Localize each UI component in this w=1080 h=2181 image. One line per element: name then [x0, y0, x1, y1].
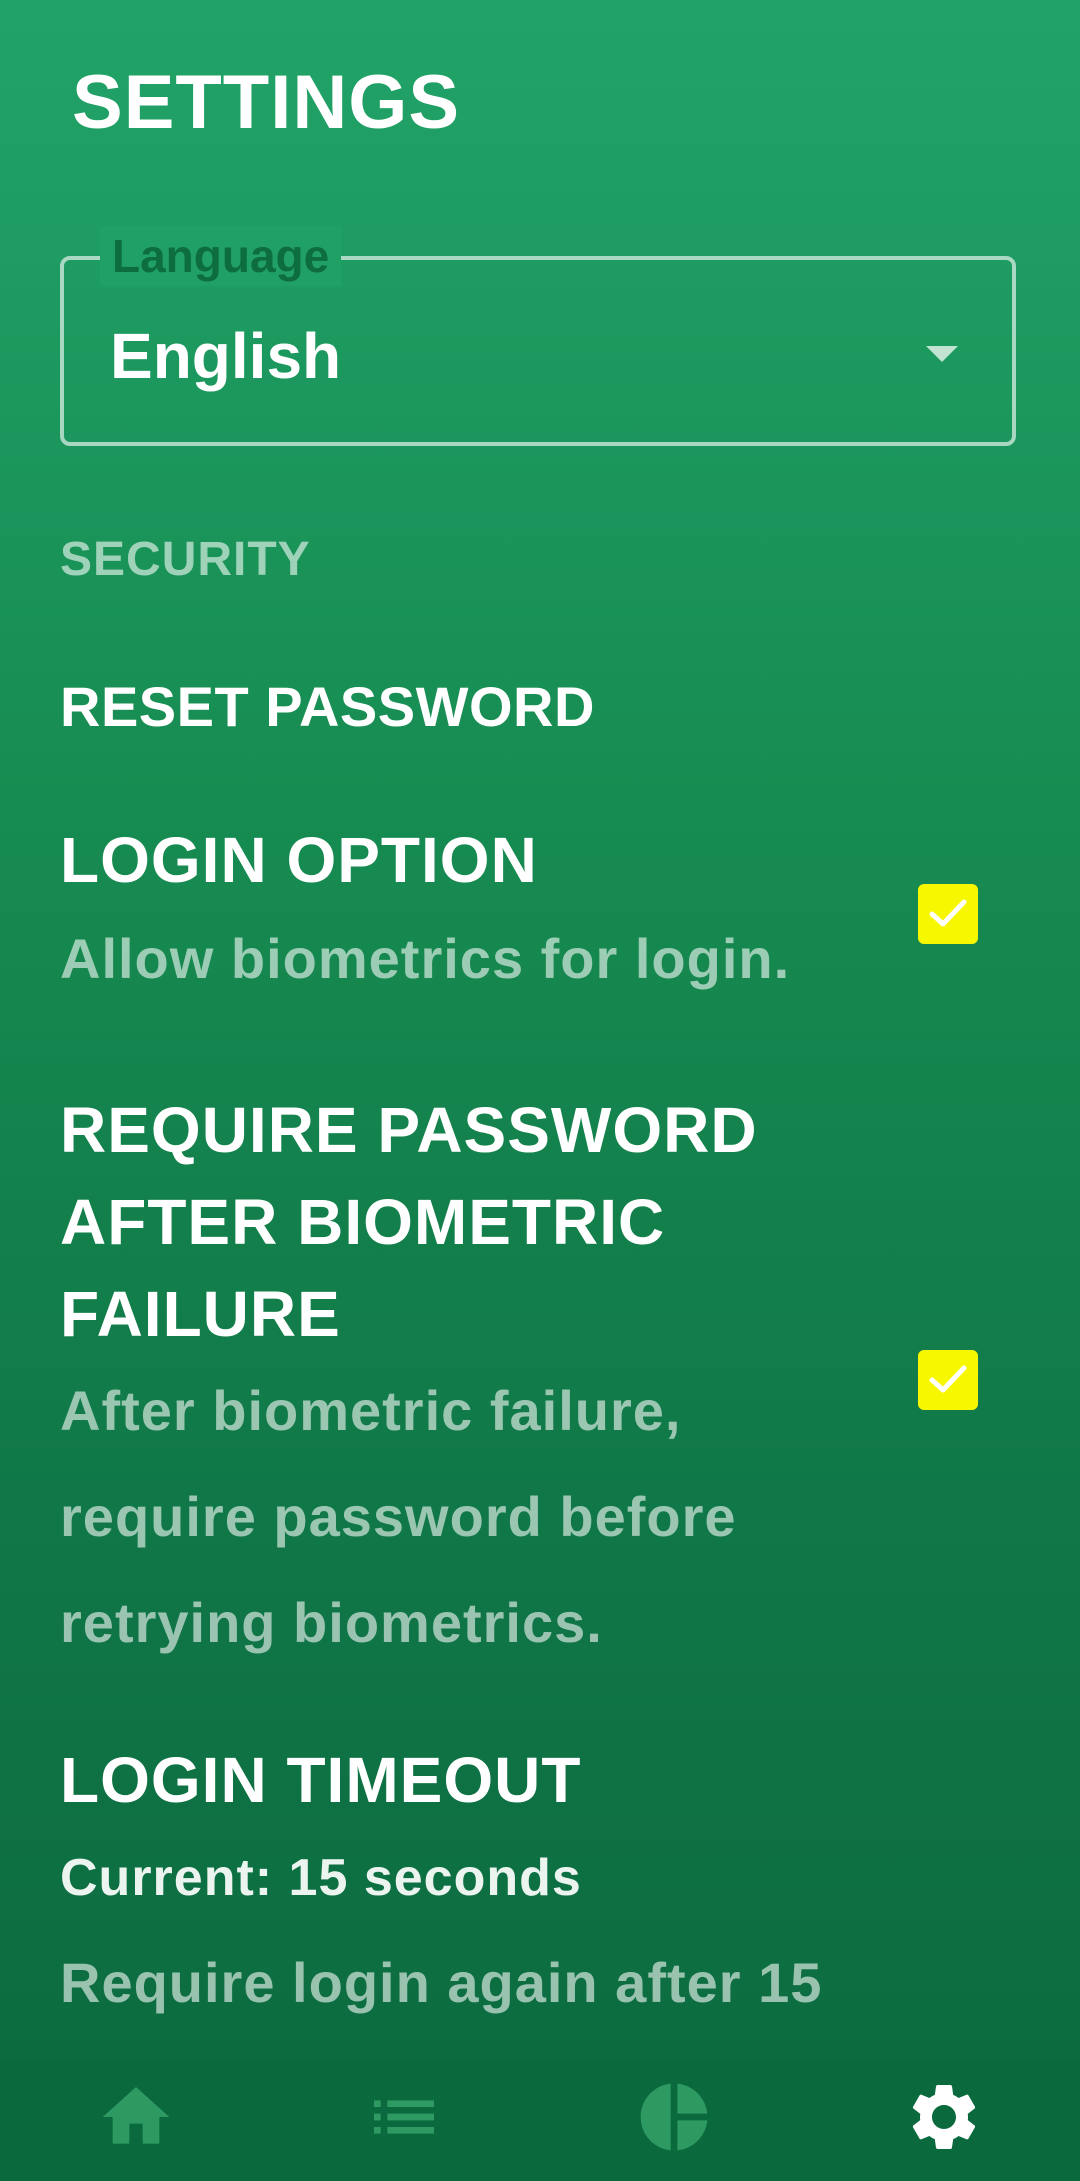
nav-settings[interactable]	[904, 2077, 984, 2157]
language-dropdown[interactable]: Language English	[60, 226, 1016, 446]
nav-chart[interactable]	[634, 2077, 714, 2157]
home-icon	[102, 2087, 170, 2144]
language-selected-value: English	[110, 320, 342, 392]
bottom-navigation	[0, 2061, 1080, 2181]
login-option-title: LOGIN OPTION	[60, 824, 538, 896]
gear-icon	[912, 2085, 976, 2149]
nav-list[interactable]	[364, 2077, 444, 2157]
language-label: Language	[100, 226, 342, 286]
login-option-description: Allow biometrics for login.	[60, 927, 791, 990]
reset-password-button[interactable]: RESET PASSWORD	[60, 672, 595, 742]
login-timeout-description: Require login again after 15	[60, 1951, 823, 2014]
login-timeout-title: LOGIN TIMEOUT	[60, 1744, 582, 1816]
require-password-checkbox[interactable]	[918, 1350, 978, 1410]
nav-home[interactable]	[96, 2077, 176, 2157]
checkmark-icon	[929, 899, 967, 927]
section-header-security: SECURITY	[60, 533, 311, 586]
login-option-checkbox[interactable]	[918, 884, 978, 944]
list-icon	[374, 2100, 434, 2134]
chevron-down-icon	[926, 346, 958, 362]
login-timeout-current: Current: 15 seconds	[60, 1849, 582, 1907]
require-password-description: After biometric failure, require passwor…	[60, 1379, 737, 1654]
require-password-title: REQUIRE PASSWORD AFTER BIOMETRIC FAILURE	[60, 1094, 758, 1350]
page-title: SETTINGS	[72, 60, 461, 145]
pie-chart-icon	[640, 2083, 708, 2151]
checkmark-icon	[929, 1365, 967, 1393]
